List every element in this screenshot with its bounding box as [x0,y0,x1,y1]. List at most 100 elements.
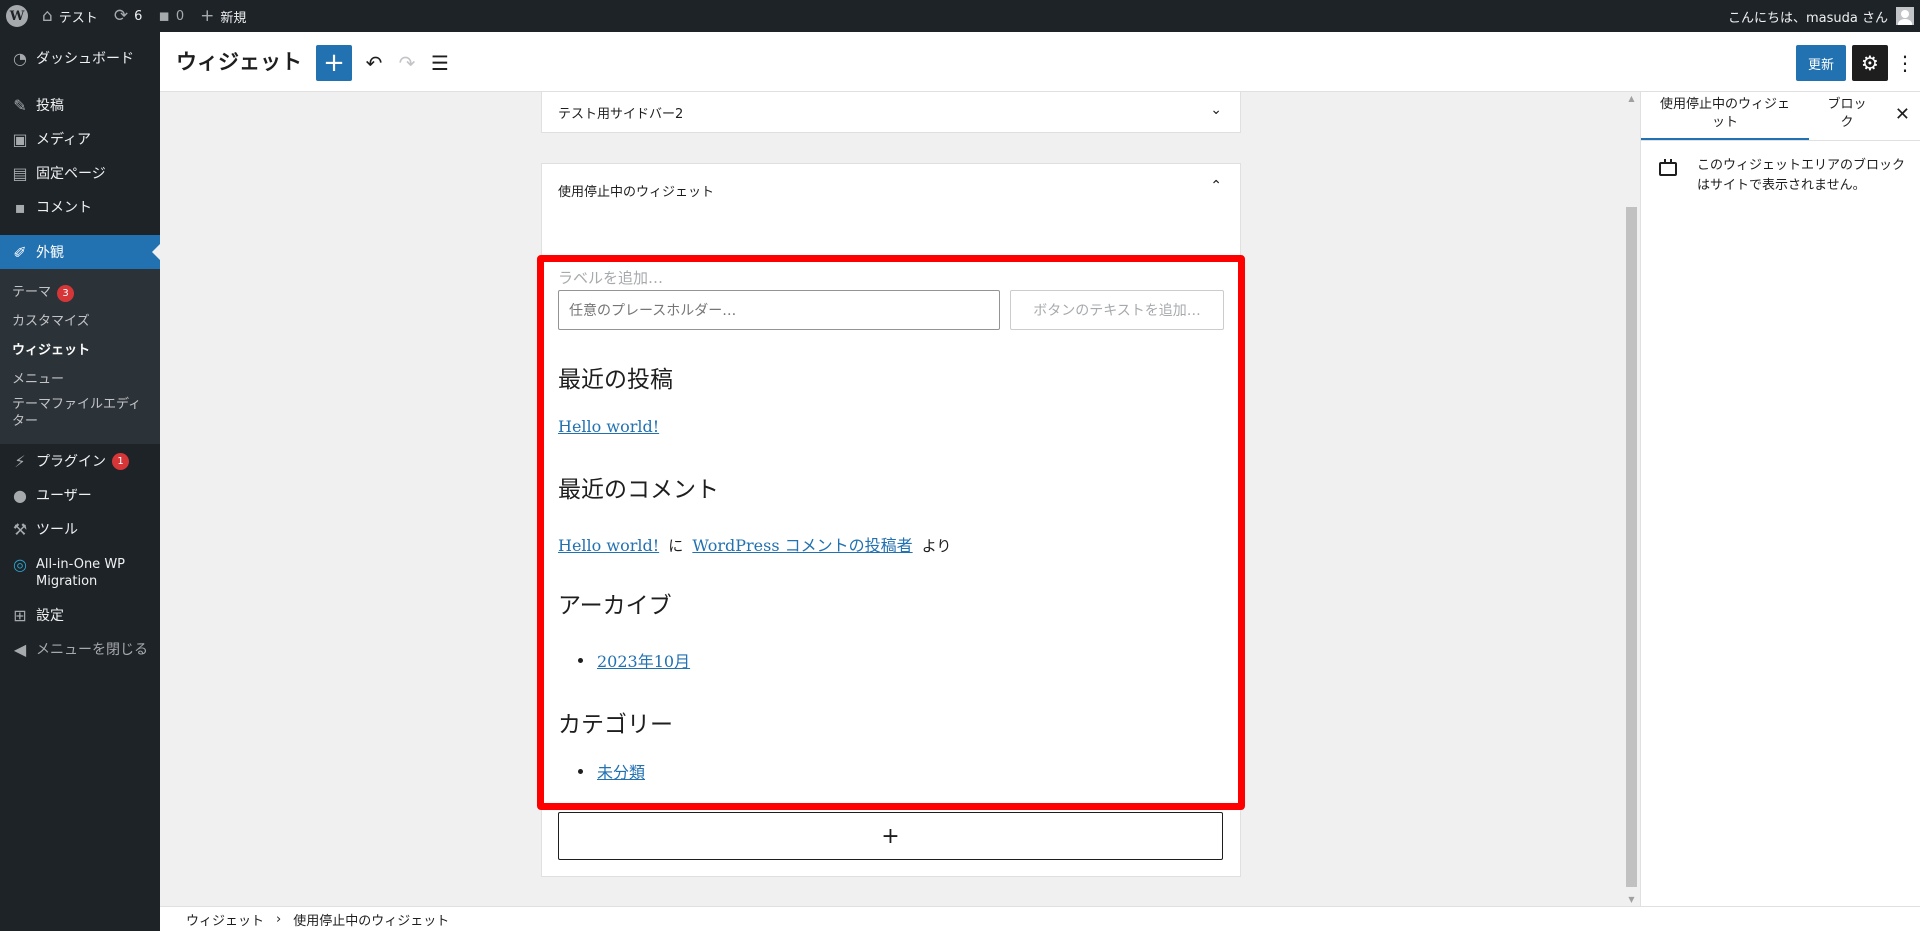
comment-author-link[interactable]: WordPress コメントの投稿者 [692,536,912,555]
scroll-down-icon[interactable]: ▼ [1623,895,1640,904]
submenu-item-themes[interactable]: テーマ 3 [12,281,75,302]
pin-icon: ✎ [13,95,27,115]
categories-heading: カテゴリー [558,712,673,738]
menu-label-comments: コメント [36,200,92,216]
scrollbar-thumb[interactable] [1626,207,1637,887]
editor-header: ウィジェット + ↶ ↷ ☰ 更新 ⚙ ⋮ [160,32,1920,92]
canvas-scrollbar[interactable]: ▲ ▼ [1623,92,1640,906]
themes-badge: 3 [57,285,75,302]
menu-item-plugins[interactable]: ⚡ プラグイン 1 [0,444,160,478]
wrench-icon: ⚒ [12,519,28,539]
menu-item-posts[interactable]: ✎ 投稿 [0,88,160,122]
redo-icon: ↷ [398,51,416,75]
page-title: ウィジェット [176,50,302,74]
comments-count: 0 [175,8,185,24]
collapse-menu-button[interactable]: ◀ メニューを閉じる [0,632,160,666]
recent-posts-heading: 最近の投稿 [558,367,673,393]
submenu-item-menus[interactable]: メニュー [12,368,64,387]
avatar[interactable] [1896,7,1914,25]
undo-icon: ↶ [365,51,383,75]
settings-button[interactable]: ⚙ [1852,45,1888,81]
updates-icon: ⟳ [113,5,129,26]
recent-comments-heading: 最近のコメント [558,477,719,503]
comment-on-text: に [668,537,684,555]
undo-button[interactable]: ↶ [356,45,392,81]
menu-item-tools[interactable]: ⚒ ツール [0,512,160,546]
list-view-button[interactable]: ☰ [422,45,458,81]
search-block-label[interactable]: ラベルを追加… [558,267,663,288]
chevron-right-icon: › [276,911,282,927]
menu-label-dashboard: ダッシュボード [36,51,134,67]
category-link[interactable]: 未分類 [597,759,645,783]
chevron-up-icon[interactable]: ⌃ [1210,178,1222,194]
tab-widget-area-line1: 使用停止中のウィジェ [1659,97,1790,112]
recent-comment-item: Hello world! に WordPress コメントの投稿者 より [558,532,951,556]
chevron-down-icon[interactable]: ⌄ [1210,102,1222,118]
menu-item-settings[interactable]: ⊞ 設定 [0,598,160,632]
widget-area-description: このウィジェットエリアのブロックはサイトで表示されません。 [1697,158,1906,193]
comment-post-link[interactable]: Hello world! [558,536,659,555]
comments-link[interactable]: ▪ 0 [150,0,192,32]
submenu-item-customize[interactable]: カスタマイズ [12,310,90,329]
breadcrumb-item-inactive[interactable]: 使用停止中のウィジェット [293,910,449,929]
menu-label-tools: ツール [36,522,78,538]
menu-item-dashboard[interactable]: ◔ ダッシュボード [0,41,160,75]
archive-list-item: 2023年10月 [578,648,690,672]
menu-label-settings: 設定 [36,608,64,624]
dashboard-icon: ◔ [13,48,27,68]
add-block-button[interactable]: + [316,45,352,81]
archive-link[interactable]: 2023年10月 [597,648,690,672]
menu-label-appearance: 外観 [36,245,64,261]
scroll-up-icon[interactable]: ▲ [1623,94,1640,103]
site-name: テスト [58,10,98,26]
search-input[interactable]: 任意のプレースホルダー… [558,290,1000,330]
admin-menu: ◔ ダッシュボード ✎ 投稿 ▣ メディア ▤ 固定ページ ▪ コメント ✐ 外… [0,32,160,931]
menu-label-aio: All-in-One WP Migration [36,556,125,590]
more-options-button[interactable]: ⋮ [1890,45,1920,81]
paintbrush-icon: ✐ [13,242,27,262]
wordpress-logo-icon[interactable]: W [6,5,28,27]
redo-button[interactable]: ↷ [389,45,425,81]
site-name-link[interactable]: ⌂ テスト [34,0,106,32]
menu-item-pages[interactable]: ▤ 固定ページ [0,156,160,190]
add-block-appender-button[interactable]: + [558,812,1223,860]
menu-item-appearance[interactable]: ✐ 外観 [0,235,160,269]
tab-block-line1: ブロッ [1827,97,1867,112]
menu-item-media[interactable]: ▣ メディア [0,122,160,156]
gear-icon: ⚙ [1861,51,1879,75]
updates-count: 6 [134,8,143,24]
submenu-item-widgets[interactable]: ウィジェット [12,339,90,358]
plugin-icon: ⚡ [14,451,26,471]
search-button[interactable]: ボタンのテキストを追加… [1010,290,1224,330]
settings-sidebar: 使用停止中のウィジェ ット ブロッ ク ✕ このウィジェットエリアのブロックはサ… [1640,92,1920,906]
account-greeting[interactable]: こんにちは、masuda さん [1728,7,1888,26]
aio-label-line2: Migration [36,574,98,589]
user-icon: ● [13,485,27,505]
breadcrumb-item-widgets[interactable]: ウィジェット [186,910,264,929]
tab-widget-area[interactable]: 使用停止中のウィジェ ット [1641,92,1809,140]
menu-item-comments[interactable]: ▪ コメント [0,190,160,224]
theme-editor-label-line2: ター [12,414,39,429]
comment-icon: ▪ [158,5,170,26]
widget-area-title: 使用停止中のウィジェット [558,185,715,200]
menu-item-users[interactable]: ● ユーザー [0,478,160,512]
media-icon: ▣ [12,129,28,149]
tab-block-line2: ク [1840,115,1854,130]
menu-item-all-in-one-migration[interactable]: ◎ All-in-One WP Migration [0,550,160,594]
new-content-link[interactable]: + 新規 [192,0,254,32]
home-icon: ⌂ [42,5,53,26]
migration-icon: ◎ [13,555,27,574]
recent-post-link[interactable]: Hello world! [558,417,659,436]
category-list-item: 未分類 [578,759,645,783]
close-icon[interactable]: ✕ [1895,104,1910,125]
aio-label-line1: All-in-One WP [36,557,126,572]
appearance-submenu: テーマ 3 カスタマイズ ウィジェット メニュー テーマファイルエディ ター [0,269,160,444]
plus-icon: + [323,48,345,78]
updates-link[interactable]: ⟳ 6 [106,0,151,32]
update-button[interactable]: 更新 [1795,45,1846,81]
widget-area-sidebar2[interactable]: テスト用サイドバー2 ⌄ [541,92,1241,133]
submenu-item-theme-editor[interactable]: テーマファイルエディ ター [12,396,141,430]
tab-block[interactable]: ブロッ ク [1817,92,1877,140]
comment-from-text: より [921,537,952,555]
more-vertical-icon: ⋮ [1895,51,1915,75]
